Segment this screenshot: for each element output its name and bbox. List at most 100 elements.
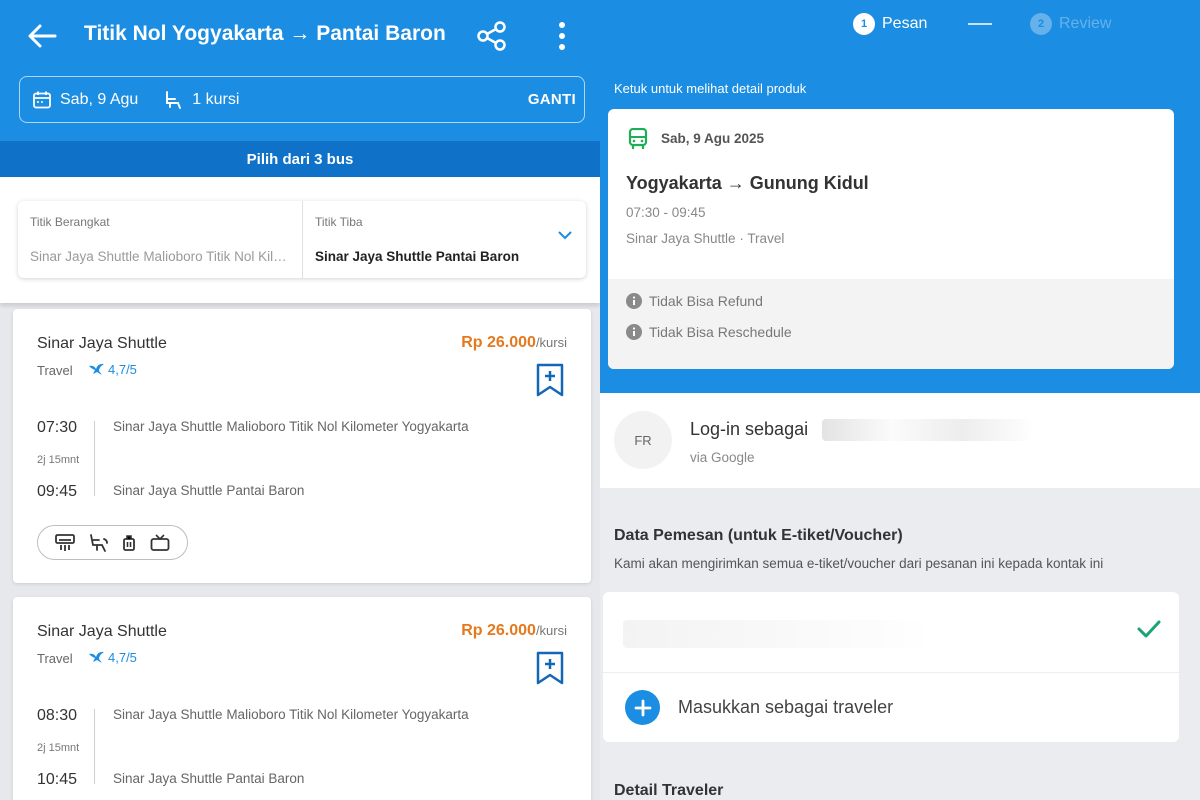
share-button[interactable]	[472, 18, 512, 54]
price-unit: /kursi	[535, 623, 567, 638]
trip-operator: Sinar Jaya Shuttle · Travel	[626, 231, 785, 246]
price-unit: /kursi	[535, 335, 567, 350]
departure-location: Sinar Jaya Shuttle Malioboro Titik Nol K…	[113, 419, 469, 434]
trip-duration: 2j 15mnt	[37, 742, 80, 754]
policy-item: Tidak Bisa Reschedule	[626, 324, 792, 340]
departure-time: 08:30	[37, 707, 78, 724]
booking-form-panel: 1 Pesan 2 Review Ketuk untuk melihat det…	[600, 0, 1200, 800]
luggage-icon	[123, 534, 136, 551]
share-icon	[477, 21, 506, 51]
rating-value: 4,7/5	[108, 650, 137, 665]
booking-header: 1 Pesan 2 Review Ketuk untuk melihat det…	[600, 0, 1200, 393]
bookmark-add-icon	[536, 363, 564, 397]
step-connector	[968, 23, 992, 25]
rating: 4,7/5	[89, 650, 137, 665]
bookmark-button[interactable]	[536, 363, 564, 402]
search-seats: 1 kursi	[192, 90, 240, 108]
search-date: Sab, 9 Agu	[60, 90, 139, 108]
booker-data-description: Kami akan mengirimkan semua e-tiket/vouc…	[614, 556, 1104, 571]
change-search-button[interactable]: GANTI	[528, 91, 576, 108]
arrival-label: Titik Tiba	[315, 215, 363, 229]
route-title: Titik Nol Yogyakarta → Pantai Baron	[84, 22, 446, 45]
check-icon	[1137, 620, 1161, 638]
seat-summary: 1 kursi	[164, 90, 239, 110]
tv-icon	[150, 533, 170, 551]
policy-item: Tidak Bisa Refund	[626, 293, 763, 309]
step-number: 1	[853, 13, 875, 35]
contact-card: Masukkan sebagai traveler	[603, 592, 1179, 742]
plus-icon	[625, 690, 660, 725]
avatar: FR	[614, 411, 672, 469]
traveler-detail-title: Detail Traveler	[614, 782, 724, 799]
bus-card[interactable]: Sinar Jaya Shuttle Travel 4,7/5 Rp 26.00…	[13, 309, 591, 583]
product-detail-card[interactable]: Sab, 9 Agu 2025 Yogyakarta → Gunung Kidu…	[608, 109, 1174, 369]
price: Rp 26.000/kursi	[461, 622, 567, 640]
bus-type: Travel	[37, 363, 73, 378]
price-amount: Rp 26.000	[461, 622, 536, 639]
reclining-seat-icon	[89, 533, 108, 552]
login-provider: via Google	[690, 450, 755, 465]
policy-text: Tidak Bisa Reschedule	[649, 324, 792, 340]
search-header: Titik Nol Yogyakarta → Pantai Baron Sab,…	[0, 0, 600, 142]
bus-search-panel: Titik Nol Yogyakarta → Pantai Baron Sab,…	[0, 0, 600, 800]
arrival-location: Sinar Jaya Shuttle Pantai Baron	[113, 483, 305, 498]
bus-count-bar: Pilih dari 3 bus	[0, 141, 600, 177]
tap-hint: Ketuk untuk melihat detail produk	[614, 81, 807, 96]
more-vertical-icon	[559, 22, 565, 50]
back-arrow-icon	[28, 24, 57, 48]
step-label: Review	[1059, 15, 1112, 32]
trip-date: Sab, 9 Agu 2025	[661, 131, 765, 146]
booker-data-title: Data Pemesan (untuk E-tiket/Voucher)	[614, 527, 903, 544]
step-label: Pesan	[882, 15, 928, 32]
back-button[interactable]	[22, 18, 62, 54]
trip-time: 07:30 - 09:45	[626, 205, 706, 220]
arrival-value: Sinar Jaya Shuttle Pantai Baron	[315, 249, 520, 264]
login-section: FR Log-in sebagai via Google	[600, 393, 1200, 488]
bird-logo-icon	[89, 363, 104, 375]
info-icon	[626, 293, 642, 309]
rating: 4,7/5	[89, 362, 137, 377]
price-amount: Rp 26.000	[461, 334, 536, 351]
step-number: 2	[1030, 13, 1052, 35]
price: Rp 26.000/kursi	[461, 334, 567, 352]
amenities	[37, 525, 188, 560]
redacted-username	[822, 419, 1032, 441]
date-summary: Sab, 9 Agu	[32, 90, 138, 110]
contact-details[interactable]	[603, 592, 1179, 672]
departure-value: Sinar Jaya Shuttle Malioboro Titik Nol K…	[30, 249, 290, 264]
login-as-text: Log-in sebagai	[690, 419, 809, 439]
calendar-icon	[33, 91, 51, 108]
info-icon	[626, 324, 642, 340]
more-options-button[interactable]	[545, 18, 579, 54]
operator-name: Sinar Jaya Shuttle	[37, 335, 167, 352]
add-as-traveler-button[interactable]: Masukkan sebagai traveler	[625, 690, 893, 725]
bird-logo-icon	[89, 651, 104, 663]
stop-filter-card: Titik Berangkat Sinar Jaya Shuttle Malio…	[18, 201, 586, 278]
route-line	[94, 421, 95, 496]
trip-duration: 2j 15mnt	[37, 454, 80, 466]
operator-name: Sinar Jaya Shuttle	[37, 623, 167, 640]
policy-text: Tidak Bisa Refund	[649, 293, 763, 309]
chevron-down-icon	[558, 231, 572, 240]
arrival-location: Sinar Jaya Shuttle Pantai Baron	[113, 771, 305, 786]
trip-route: Yogyakarta → Gunung Kidul	[626, 173, 869, 193]
bookmark-button[interactable]	[536, 651, 564, 690]
search-summary-bar[interactable]: Sab, 9 Agu 1 kursi GANTI	[19, 76, 585, 123]
departure-point-selector[interactable]: Titik Berangkat Sinar Jaya Shuttle Malio…	[18, 201, 302, 278]
arrival-point-selector[interactable]: Titik Tiba Sinar Jaya Shuttle Pantai Bar…	[302, 201, 586, 278]
seat-icon	[166, 90, 182, 109]
bus-card[interactable]: Sinar Jaya Shuttle Travel 4,7/5 Rp 26.00…	[13, 597, 591, 800]
ac-icon	[54, 533, 75, 551]
bus-type: Travel	[37, 651, 73, 666]
step-review: 2 Review	[1030, 12, 1111, 36]
step-order: 1 Pesan	[853, 12, 927, 36]
filter-area: Titik Berangkat Sinar Jaya Shuttle Malio…	[0, 177, 600, 303]
add-as-traveler-label: Masukkan sebagai traveler	[678, 697, 894, 717]
bus-icon	[628, 128, 648, 149]
redacted-contact	[623, 620, 923, 648]
rating-value: 4,7/5	[108, 362, 137, 377]
arrival-time: 09:45	[37, 483, 78, 500]
departure-time: 07:30	[37, 419, 78, 436]
bookmark-add-icon	[536, 651, 564, 685]
divider	[603, 672, 1179, 673]
